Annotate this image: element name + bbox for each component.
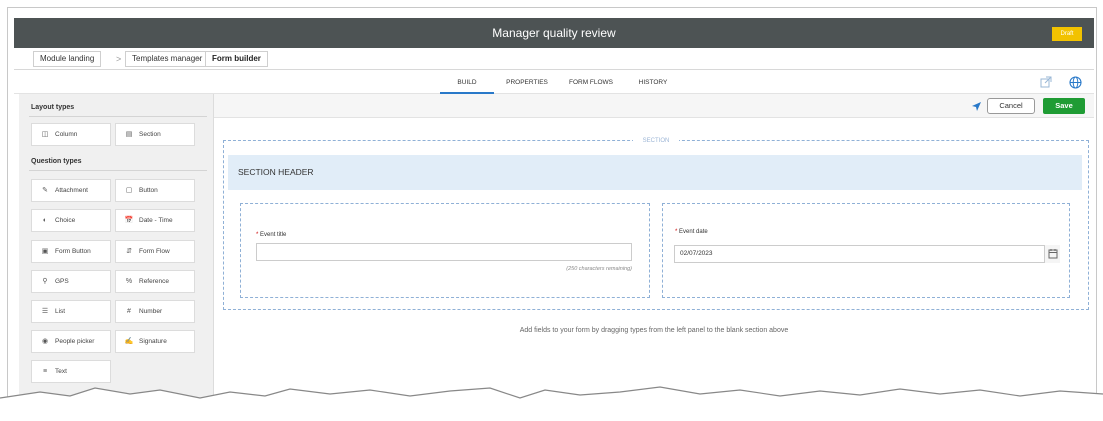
event-title-label: * Event title <box>256 232 287 238</box>
question-form-flow[interactable]: ⇵ Form Flow <box>115 240 195 263</box>
tab-form-flows[interactable]: FORM FLOWS <box>568 72 614 94</box>
action-toolbar: Cancel Save <box>214 94 1094 118</box>
field-types-panel: Layout types ◫ Column ▤ Section Question t… <box>19 94 214 404</box>
send-icon[interactable] <box>971 101 982 112</box>
question-gps[interactable]: ⚲ GPS <box>31 270 111 293</box>
title-bar: Manager quality review Draft <box>14 18 1094 48</box>
location-pin-icon: ⚲ <box>42 278 48 285</box>
drag-instructions: Add fields to your form by dragging type… <box>519 327 789 334</box>
question-people-picker[interactable]: ◉ People picker <box>31 330 111 353</box>
breadcrumb-form-builder: Form builder <box>205 51 268 67</box>
layout-types-heading: Layout types <box>31 104 75 111</box>
form-button-icon: ▣ <box>41 248 49 255</box>
torn-edge-decoration <box>0 386 1103 421</box>
calendar-icon <box>1048 249 1058 259</box>
layout-section[interactable]: ▤ Section <box>115 123 195 146</box>
cancel-button[interactable]: Cancel <box>987 98 1035 114</box>
column-icon: ◫ <box>41 131 49 138</box>
breadcrumb-module-landing[interactable]: Module landing <box>33 51 102 67</box>
draft-status-badge: Draft <box>1052 27 1082 41</box>
event-title-input[interactable] <box>256 243 632 261</box>
divider <box>29 170 207 171</box>
question-list[interactable]: ☰ List <box>31 300 111 323</box>
event-date-input[interactable]: 02/07/2023 <box>674 245 1060 263</box>
section-header[interactable]: SECTION HEADER <box>228 155 1082 190</box>
question-attachment[interactable]: ✎ Attachment <box>31 179 111 202</box>
calendar-button[interactable] <box>1044 245 1060 263</box>
signature-icon: ✍ <box>124 338 134 345</box>
tab-history[interactable]: HISTORY <box>636 72 670 94</box>
hash-icon: # <box>127 308 131 315</box>
question-choice[interactable]: ◐ Choice <box>31 209 111 232</box>
globe-icon[interactable] <box>1069 76 1082 89</box>
form-flow-icon: ⇵ <box>126 248 132 255</box>
section-label: SECTION <box>224 135 1088 144</box>
toggle-icon: ◐ <box>42 217 48 224</box>
event-date-label: * Event date <box>675 229 708 235</box>
characters-remaining-hint: (250 characters remaining) <box>566 266 632 272</box>
person-icon: ◉ <box>41 338 49 345</box>
breadcrumb-separator: > <box>116 54 122 64</box>
tab-properties[interactable]: PROPERTIES <box>504 72 550 94</box>
layout-column[interactable]: ◫ Column <box>31 123 111 146</box>
divider <box>29 116 207 117</box>
paperclip-icon: ✎ <box>42 187 48 194</box>
section-icon: ▤ <box>125 131 133 138</box>
breadcrumb-separator: > <box>196 54 202 64</box>
calendar-clock-icon: 📅 <box>124 217 134 224</box>
reference-icon: % <box>125 278 133 285</box>
save-button[interactable]: Save <box>1043 98 1085 114</box>
question-reference[interactable]: % Reference <box>115 270 195 293</box>
list-icon: ☰ <box>41 308 49 315</box>
question-types-heading: Question types <box>31 158 82 165</box>
question-button[interactable]: ▢ Button <box>115 179 195 202</box>
breadcrumb: Module landing > Templates manager > For… <box>14 48 1094 70</box>
question-signature[interactable]: ✍ Signature <box>115 330 195 353</box>
form-title: Manager quality review <box>492 26 616 40</box>
button-icon: ▢ <box>125 187 133 194</box>
tab-build[interactable]: BUILD <box>440 72 494 94</box>
question-form-button[interactable]: ▣ Form Button <box>31 240 111 263</box>
question-date-time[interactable]: 📅 Date - Time <box>115 209 195 232</box>
external-link-icon[interactable] <box>1040 76 1052 88</box>
question-number[interactable]: # Number <box>115 300 195 323</box>
builder-tabs: BUILD PROPERTIES FORM FLOWS HISTORY <box>14 72 1094 94</box>
